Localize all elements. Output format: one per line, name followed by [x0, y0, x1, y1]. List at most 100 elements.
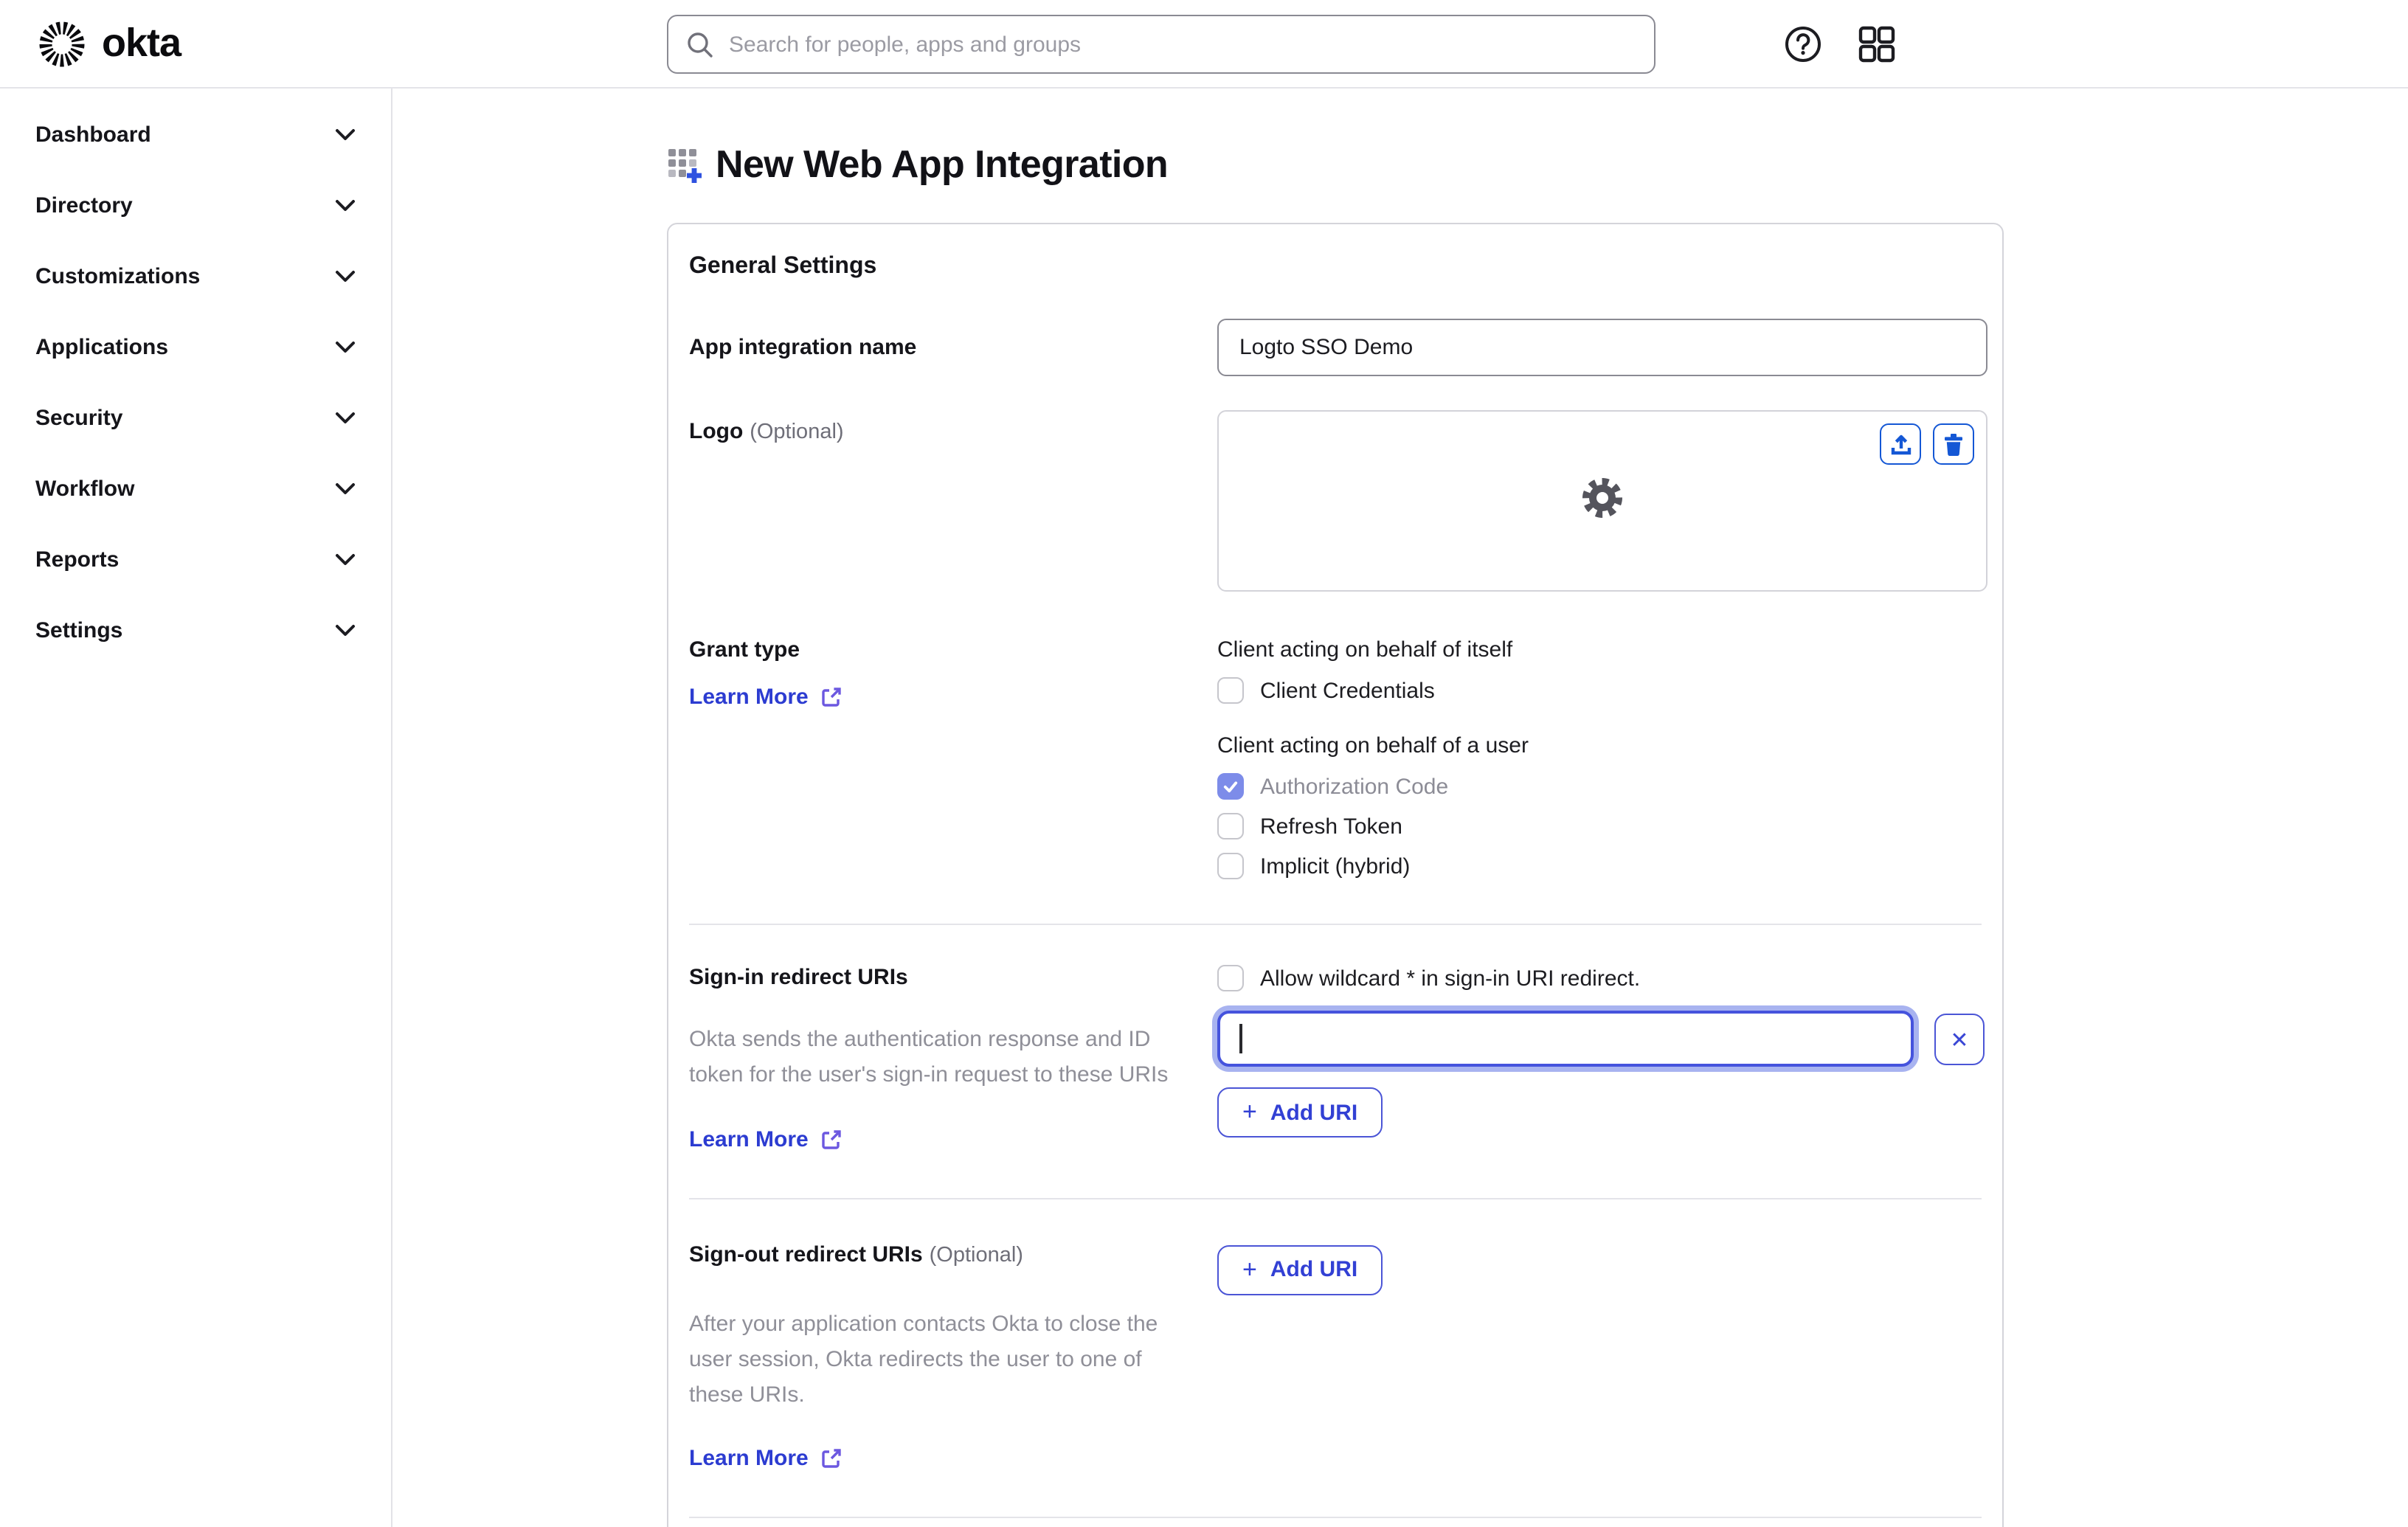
learn-more-label: Learn More — [689, 1446, 809, 1472]
signin-redirect-row: Sign-in redirect URIs Okta sends the aut… — [688, 965, 1985, 1153]
sidebar-item-customizations[interactable]: Customizations — [0, 240, 391, 311]
okta-admin-window: okta Search for people, apps and groups … — [0, 0, 2408, 1527]
gear-icon — [1582, 477, 1622, 517]
sidebar-item-label: Directory — [35, 193, 133, 218]
signin-redirect-label: Sign-in redirect URIs — [689, 965, 908, 990]
external-link-icon — [822, 1450, 841, 1469]
app-switcher-button[interactable] — [1856, 24, 1897, 65]
sidebar-nav: Dashboard Directory Customizations Appli… — [0, 89, 392, 1527]
sidebar-item-directory[interactable]: Directory — [0, 170, 391, 240]
app-name-input[interactable] — [1217, 319, 1987, 376]
signout-redirect-label: Sign-out redirect URIs — [689, 1242, 923, 1267]
external-link-icon — [822, 688, 841, 707]
sidebar-item-security[interactable]: Security — [0, 382, 391, 453]
sidebar-item-label: Applications — [35, 334, 169, 359]
brand-wordmark: okta — [102, 21, 181, 65]
chevron-down-icon — [336, 128, 355, 139]
checkbox-implicit-hybrid[interactable]: Implicit (hybrid) — [1217, 853, 1982, 879]
topbar-actions — [1782, 0, 1897, 89]
sidebar-item-reports[interactable]: Reports — [0, 524, 391, 595]
card-heading: General Settings — [689, 254, 877, 279]
checkbox-label: Authorization Code — [1260, 774, 1449, 799]
checkbox-box[interactable] — [1217, 965, 1244, 991]
global-search — [667, 15, 1656, 74]
sidebar-item-workflow[interactable]: Workflow — [0, 453, 391, 524]
learn-more-label: Learn More — [689, 685, 809, 710]
trash-icon — [1945, 433, 1962, 456]
logo-label: Logo — [689, 419, 744, 444]
check-icon — [1223, 781, 1238, 793]
checkbox-box[interactable] — [1217, 853, 1244, 879]
checkbox-label: Implicit (hybrid) — [1260, 853, 1411, 879]
apps-grid-icon — [1858, 26, 1895, 63]
sidebar-item-dashboard[interactable]: Dashboard — [0, 99, 391, 170]
help-icon — [1785, 27, 1821, 62]
new-app-integration-icon — [668, 148, 702, 182]
chevron-down-icon — [336, 482, 355, 494]
chevron-down-icon — [336, 341, 355, 352]
search-input[interactable] — [729, 32, 1636, 57]
okta-logo[interactable]: okta — [35, 17, 181, 70]
grant-group2-heading: Client acting on behalf of a user — [1217, 733, 1529, 758]
sidebar-item-applications[interactable]: Applications — [0, 311, 391, 382]
text-cursor — [1239, 1024, 1242, 1053]
signin-learn-more-link[interactable]: Learn More — [689, 1126, 843, 1152]
help-button[interactable] — [1782, 24, 1824, 65]
main-content: New Web App Integration General Settings… — [392, 89, 2408, 1527]
signout-optional-label: (Optional) — [929, 1243, 1023, 1267]
chevron-down-icon — [336, 412, 355, 423]
grant-type-label: Grant type — [689, 637, 800, 662]
clear-icon: ✕ — [1950, 1028, 1969, 1053]
logo-row: Logo (Optional) — [688, 410, 1987, 592]
sidebar-item-settings[interactable]: Settings — [0, 595, 391, 665]
logo-actions — [1880, 423, 1974, 465]
chevron-down-icon — [336, 624, 355, 635]
grant-type-row: Grant type Learn More Client acting on b… — [688, 637, 1983, 879]
checkbox-label: Client Credentials — [1260, 678, 1435, 703]
external-link-icon — [822, 1129, 841, 1149]
chevron-down-icon — [336, 553, 355, 564]
signin-helper-text: Okta sends the authentication response a… — [689, 1027, 1169, 1088]
sidebar-item-label: Workflow — [35, 476, 135, 501]
checkbox-label: Allow wildcard * in sign-in URI redirect… — [1260, 966, 1641, 991]
page-header: New Web App Integration — [667, 142, 2408, 187]
checkbox-box[interactable] — [1217, 677, 1244, 704]
section-divider — [689, 1517, 1982, 1519]
okta-burst-icon — [39, 21, 85, 66]
checkbox-box[interactable] — [1217, 813, 1244, 839]
signout-helper-text: After your application contacts Okta to … — [689, 1311, 1158, 1408]
signin-add-uri-button[interactable]: + Add URI — [1217, 1087, 1383, 1138]
topbar: okta — [0, 0, 2408, 89]
logo-preview-box — [1217, 410, 1987, 592]
grant-group1-heading: Client acting on behalf of itself — [1217, 637, 1513, 662]
checkbox-authorization-code[interactable]: Authorization Code — [1217, 773, 1982, 800]
signout-redirect-row: Sign-out redirect URIs (Optional) After … — [688, 1242, 1983, 1473]
section-divider — [689, 924, 1982, 925]
remove-uri-button[interactable]: ✕ — [1934, 1014, 1985, 1065]
page-title: New Web App Integration — [716, 142, 1169, 186]
upload-logo-button[interactable] — [1880, 423, 1921, 465]
sidebar-item-label: Customizations — [35, 263, 201, 288]
checkbox-client-credentials[interactable]: Client Credentials — [1217, 677, 1982, 704]
general-settings-card: General Settings App integration name Lo… — [667, 223, 2004, 1527]
signout-add-uri-button[interactable]: + Add URI — [1217, 1244, 1383, 1295]
signin-uri-input[interactable] — [1217, 1011, 1914, 1067]
plus-icon: + — [1242, 1255, 1257, 1284]
grant-learn-more-link[interactable]: Learn More — [689, 685, 843, 710]
checkbox-box[interactable] — [1217, 773, 1244, 800]
sidebar-item-label: Reports — [35, 547, 120, 572]
signout-learn-more-link[interactable]: Learn More — [689, 1447, 843, 1472]
logo-optional-label: (Optional) — [750, 420, 844, 444]
chevron-down-icon — [336, 199, 355, 210]
sidebar-item-label: Security — [35, 405, 123, 430]
add-uri-label: Add URI — [1270, 1100, 1358, 1125]
delete-logo-button[interactable] — [1933, 423, 1974, 465]
upload-icon — [1890, 434, 1911, 454]
chevron-down-icon — [336, 270, 355, 281]
checkbox-refresh-token[interactable]: Refresh Token — [1217, 813, 1982, 839]
add-uri-label: Add URI — [1270, 1257, 1358, 1283]
section-divider — [689, 1197, 1982, 1199]
checkbox-allow-wildcard[interactable]: Allow wildcard * in sign-in URI redirect… — [1217, 965, 1985, 991]
checkbox-label: Refresh Token — [1260, 814, 1402, 839]
learn-more-label: Learn More — [689, 1126, 809, 1152]
